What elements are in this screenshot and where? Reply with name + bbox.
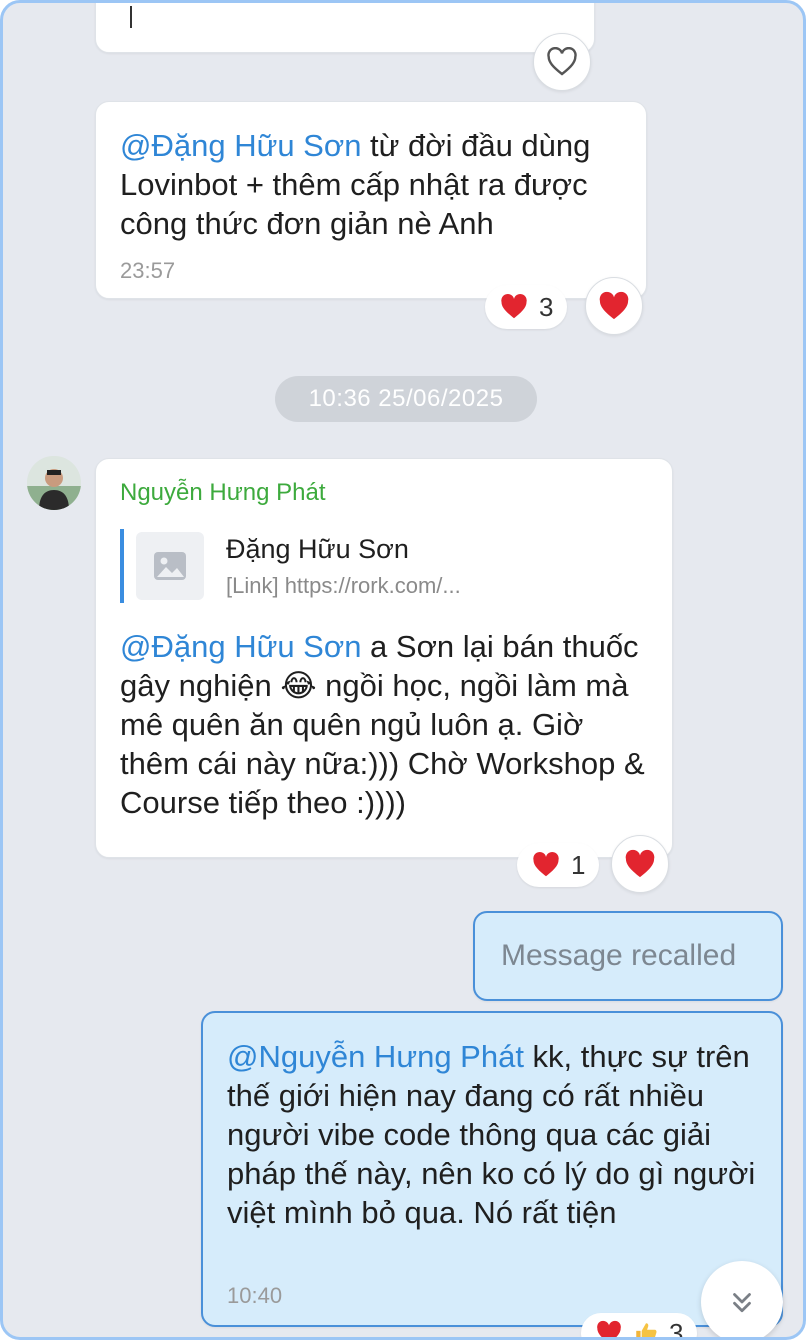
message-bubble-previous[interactable] — [95, 3, 595, 53]
reaction-count: 1 — [571, 849, 586, 880]
reaction-summary[interactable]: 3 — [485, 285, 568, 329]
avatar[interactable] — [27, 456, 81, 510]
quoted-message[interactable]: Đặng Hữu Sơn [Link] https://rork.com/... — [120, 529, 604, 603]
like-button[interactable] — [533, 33, 591, 91]
react-heart-button[interactable] — [585, 277, 643, 335]
avatar-image — [27, 456, 81, 510]
quote-link[interactable]: [Link] https://rork.com/... — [226, 573, 461, 599]
quote-title: Đặng Hữu Sơn — [226, 533, 409, 564]
thumbs-up-icon — [636, 1323, 657, 1337]
message-bubble-sent[interactable]: @Nguyễn Hưng Phát kk, thực sự trên thế g… — [201, 1011, 783, 1327]
heart-icon — [533, 851, 559, 877]
heart-icon — [501, 293, 527, 319]
message-time: 10:40 — [227, 1283, 283, 1308]
quote-info: Đặng Hữu Sơn [Link] https://rork.com/... — [226, 534, 461, 599]
message-bubble[interactable]: Nguyễn Hưng Phát Đặng Hữu Sơn [Link] htt… — [95, 458, 673, 858]
heart-icon — [625, 849, 655, 877]
sender-name[interactable]: Nguyễn Hưng Phát — [120, 479, 326, 507]
message-bubble[interactable]: @Đặng Hữu Sơn từ đời đầu dùng Lovinbot +… — [95, 101, 647, 299]
reaction-summary[interactable]: 3 — [581, 1313, 698, 1340]
reaction-summary[interactable]: 1 — [517, 843, 600, 887]
message-time: 23:57 — [120, 258, 176, 283]
reaction-count: 3 — [669, 1317, 684, 1340]
chat-window: @Đặng Hữu Sơn từ đời đầu dùng Lovinbot +… — [0, 0, 806, 1340]
scroll-to-bottom-button[interactable] — [701, 1261, 783, 1337]
message-text: @Đặng Hữu Sơn a Sơn lại bán thuốc gây ng… — [120, 627, 660, 822]
image-placeholder-icon — [154, 552, 186, 580]
text-cursor — [130, 6, 132, 28]
reaction-count: 3 — [539, 291, 554, 322]
message-text: @Đặng Hữu Sơn từ đời đầu dùng Lovinbot +… — [120, 126, 630, 243]
message-text: @Nguyễn Hưng Phát kk, thực sự trên thế g… — [227, 1037, 767, 1232]
chevron-double-down-icon — [733, 1293, 751, 1313]
recalled-message-bubble[interactable]: Message recalled — [473, 911, 783, 1001]
link-thumbnail — [136, 532, 204, 600]
recalled-text: Message recalled — [501, 939, 737, 972]
date-separator: 10:36 25/06/2025 — [275, 376, 537, 422]
react-heart-button[interactable] — [611, 835, 669, 893]
heart-icon — [599, 291, 629, 319]
mention-link[interactable]: @Đặng Hữu Sơn — [120, 128, 361, 163]
laughing-emoji: 😂 — [280, 668, 317, 703]
mention-link[interactable]: @Nguyễn Hưng Phát — [227, 1039, 524, 1074]
mention-link[interactable]: @Đặng Hữu Sơn — [120, 629, 361, 664]
heart-icon — [597, 1320, 621, 1337]
heart-outline-icon — [547, 47, 577, 76]
